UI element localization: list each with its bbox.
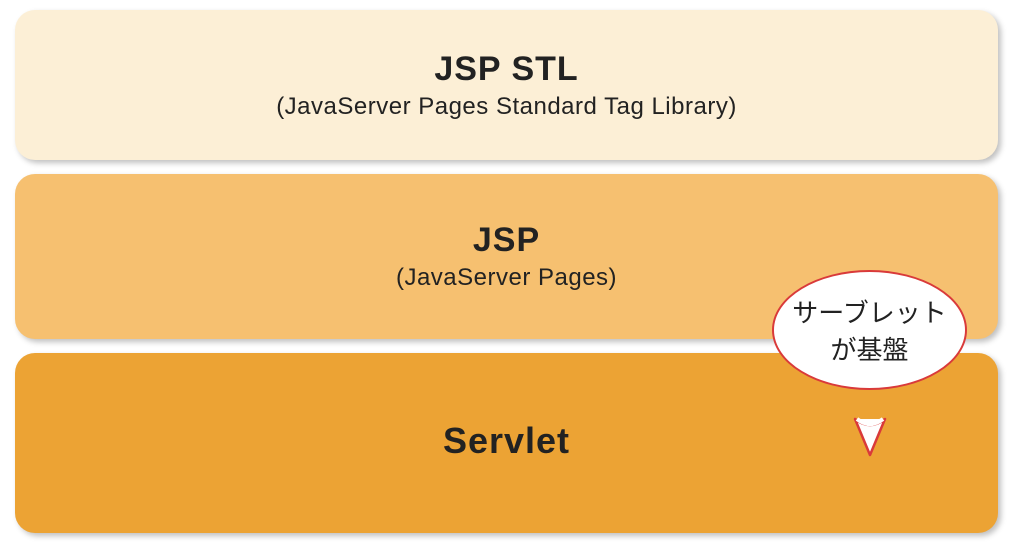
speech-bubble: サーブレット が基盤 — [772, 270, 967, 425]
layer-subtitle: (JavaServer Pages) — [396, 264, 617, 292]
bubble-body: サーブレット が基盤 — [772, 270, 967, 390]
layer-title: Servlet — [443, 420, 570, 462]
layer-jspstl: JSP STL (JavaServer Pages Standard Tag L… — [15, 10, 998, 160]
bubble-line2: が基盤 — [830, 330, 908, 367]
bubble-line1: サーブレット — [792, 293, 946, 330]
layer-title: JSP STL — [434, 50, 578, 89]
layer-subtitle: (JavaServer Pages Standard Tag Library) — [276, 93, 737, 121]
layer-title: JSP — [473, 221, 540, 260]
bubble-tail-icon — [851, 417, 889, 457]
